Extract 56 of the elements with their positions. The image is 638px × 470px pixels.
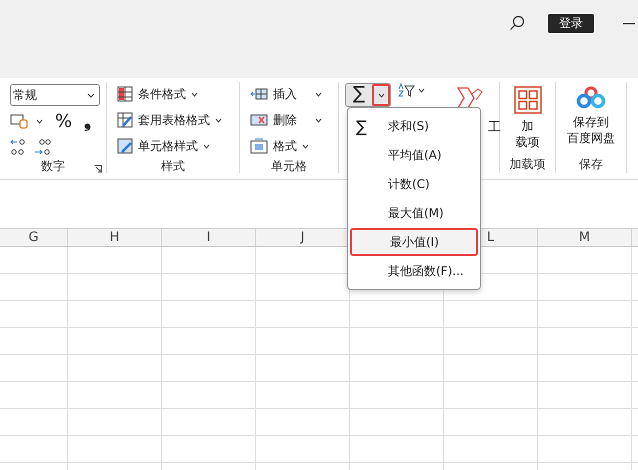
group-label: 样式 xyxy=(161,158,185,175)
sum-symbol: ∑ xyxy=(356,116,367,136)
dialog-launcher-icon[interactable] xyxy=(94,165,102,173)
column-header[interactable]: H xyxy=(110,230,120,245)
caret-icon xyxy=(315,118,322,122)
percent-style-button[interactable]: % xyxy=(55,110,72,132)
caret-icon[interactable] xyxy=(36,118,43,124)
caret-icon xyxy=(191,92,198,96)
number-format-dropdown[interactable]: 常规 xyxy=(10,84,100,106)
minimize-icon[interactable] xyxy=(623,23,635,25)
group-label: 加载项 xyxy=(510,156,546,172)
column-header[interactable]: G xyxy=(28,230,39,245)
menu-item[interactable]: 最大值(M) xyxy=(350,199,478,227)
cell-brush-icon xyxy=(117,138,133,154)
accounting-format-icon[interactable] xyxy=(10,113,30,129)
group-label: 数字 xyxy=(41,158,65,175)
search-icon[interactable] xyxy=(509,15,525,31)
column-header[interactable]: L xyxy=(486,230,494,245)
caret-icon xyxy=(302,144,309,148)
conditional-format-icon xyxy=(117,86,133,102)
menu-item[interactable]: ∑ 求和(S) xyxy=(350,112,478,140)
group-label: 单元格 xyxy=(271,158,307,175)
caret-icon xyxy=(315,92,322,96)
ribbon-menu-button[interactable]: 条件格式 xyxy=(117,84,229,104)
column-header[interactable]: M xyxy=(578,230,590,245)
insert-cells-icon xyxy=(250,86,268,102)
login-button[interactable]: 登录 xyxy=(548,14,594,33)
caret-icon xyxy=(215,118,222,122)
menu-item[interactable]: 最小值(I) xyxy=(350,228,478,256)
column-header[interactable]: I xyxy=(206,230,210,245)
caret-icon xyxy=(87,92,95,98)
decrease-decimal-icon[interactable] xyxy=(34,138,52,156)
caret-icon xyxy=(203,144,210,148)
caret-icon xyxy=(378,92,384,98)
column-header[interactable]: J xyxy=(300,230,304,245)
ribbon-menu-button[interactable]: 格式 xyxy=(250,136,328,156)
ribbon-menu-button[interactable]: 套用表格格式 xyxy=(117,110,229,130)
sort-filter-icon[interactable] xyxy=(397,83,427,97)
menu-item[interactable]: 其他函数(F)... xyxy=(350,257,478,285)
table-brush-icon xyxy=(117,112,133,128)
ribbon-menu-button[interactable]: 删除 xyxy=(250,110,322,130)
group-label: 保存 xyxy=(579,156,603,172)
delete-cells-icon xyxy=(250,112,268,128)
cloud-logo-icon xyxy=(576,86,606,110)
addins-button[interactable]: 加 载项 xyxy=(500,82,555,155)
button-label-fragment: 工 xyxy=(488,119,501,136)
save-to-cloud-button[interactable]: 保存到 百度网盘 xyxy=(556,82,626,155)
menu-item[interactable]: 计数(C) xyxy=(350,170,478,198)
ribbon-menu-button[interactable]: 插入 xyxy=(250,84,322,104)
ribbon-menu-button[interactable]: 单元格样式 xyxy=(117,136,229,156)
button-label: 保存到 百度网盘 xyxy=(567,114,615,146)
button-label: 加 载项 xyxy=(516,118,540,150)
menu-item[interactable]: 平均值(A) xyxy=(350,141,478,169)
addins-grid-icon xyxy=(514,86,542,114)
comma-style-button[interactable]: ❟ xyxy=(84,110,92,132)
format-cells-icon xyxy=(250,138,268,154)
